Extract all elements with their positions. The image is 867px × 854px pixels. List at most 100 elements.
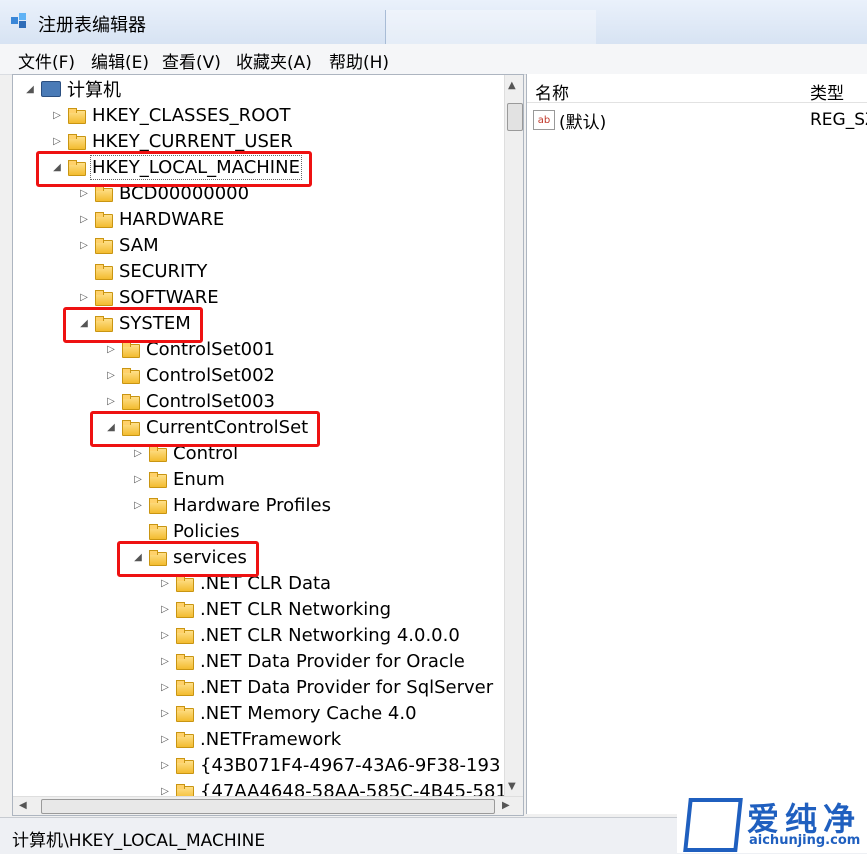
tree-node[interactable]: ▷ .NET CLR Networking (158, 597, 391, 621)
expand-arrow-icon[interactable]: ▷ (158, 706, 172, 720)
column-type-header[interactable]: 类型 (810, 79, 844, 104)
tree-node-label: SECURITY (119, 260, 208, 282)
watermark-sub-text: aichunjing.com (749, 833, 861, 848)
tree-node[interactable]: Policies (131, 519, 240, 543)
tree-node[interactable]: ▷ .NETFramework (158, 727, 341, 751)
folder-icon (176, 576, 194, 592)
tree-node-label: SAM (119, 234, 159, 256)
tree-node[interactable]: SECURITY (77, 259, 207, 283)
tree-node[interactable]: ▷ Enum (131, 467, 225, 491)
folder-icon (68, 134, 86, 150)
menu-file[interactable]: 文件(F) (18, 48, 75, 73)
folder-icon (176, 654, 194, 670)
collapse-arrow-icon[interactable]: ◢ (23, 82, 37, 96)
expand-arrow-icon[interactable]: ▷ (131, 446, 145, 460)
folder-icon (95, 186, 113, 202)
tree-node[interactable]: ▷ .NET Memory Cache 4.0 (158, 701, 417, 725)
registry-tree-pane[interactable]: ◢ 计算机 ▷ HKEY_CLASSES_ROOT ▷ HKEY_CURRENT_USER… (12, 74, 524, 816)
expand-arrow-icon[interactable]: ▷ (158, 654, 172, 668)
menu-favorites[interactable]: 收藏夹(A) (236, 48, 312, 73)
tree-node[interactable]: ▷ HKEY_CURRENT_USER (50, 129, 293, 153)
expand-arrow-icon[interactable]: ▷ (104, 342, 118, 356)
folder-icon (95, 264, 113, 280)
tree-node[interactable]: ◢ 计算机 (23, 77, 121, 101)
string-value-icon: ab (533, 110, 555, 130)
expand-arrow-icon[interactable]: ▷ (158, 628, 172, 642)
expand-arrow-icon[interactable]: ▷ (77, 186, 91, 200)
expand-arrow-icon[interactable]: ▷ (131, 498, 145, 512)
value-row[interactable]: ab (默认) (533, 108, 607, 133)
folder-icon (176, 628, 194, 644)
tree-node[interactable]: ▷ HKEY_CLASSES_ROOT (50, 103, 290, 127)
expand-arrow-icon[interactable]: ▷ (50, 108, 64, 122)
menu-view[interactable]: 查看(V) (162, 48, 221, 73)
folder-icon (176, 680, 194, 696)
values-header: 名称 类型 (527, 74, 867, 104)
title-bar: 注册表编辑器 (0, 0, 867, 45)
tree-node[interactable]: ▷ .NET Data Provider for SqlServer (158, 675, 493, 699)
tree-node[interactable]: ▷ ControlSet003 (104, 389, 275, 413)
menu-help[interactable]: 帮助(H) (329, 48, 389, 73)
tree-node-label: ControlSet003 (146, 390, 275, 412)
folder-icon (68, 108, 86, 124)
folder-icon (122, 342, 140, 358)
tree-node-label: 计算机 (67, 80, 121, 101)
folder-icon (149, 498, 167, 514)
folder-icon (176, 758, 194, 774)
expand-arrow-icon[interactable]: ▷ (77, 238, 91, 252)
expand-arrow-icon[interactable]: ▷ (104, 368, 118, 382)
scroll-left-icon[interactable]: ◀ (19, 800, 27, 811)
tree-node[interactable]: ▷ HARDWARE (77, 207, 224, 231)
expand-arrow-icon[interactable]: ▷ (131, 472, 145, 486)
red-highlight-box (63, 307, 203, 343)
computer-icon (41, 81, 61, 97)
tree-node[interactable]: ▷ SOFTWARE (77, 285, 219, 309)
folder-icon (95, 212, 113, 228)
tree-node[interactable]: ▷ ControlSet002 (104, 363, 275, 387)
tree-node-label: Hardware Profiles (173, 494, 331, 516)
expand-arrow-icon[interactable]: ▷ (158, 732, 172, 746)
tree-node[interactable]: ▷ .NET Data Provider for Oracle (158, 649, 465, 673)
folder-icon (176, 602, 194, 618)
folder-icon (176, 706, 194, 722)
expand-arrow-icon[interactable]: ▷ (158, 680, 172, 694)
expand-arrow-icon (131, 524, 145, 538)
folder-icon (149, 524, 167, 540)
expand-arrow-icon[interactable]: ▷ (104, 394, 118, 408)
scroll-up-icon[interactable]: ▲ (508, 80, 516, 91)
tree-horizontal-scrollbar[interactable]: ◀ ▶ (13, 796, 523, 815)
tree-node[interactable]: ▷ SAM (77, 233, 159, 257)
tree-node-label: {43B071F4-4967-43A6-9F38-193 (200, 754, 501, 776)
tree-node-label: Policies (173, 520, 240, 542)
tree-node[interactable]: ▷ {43B071F4-4967-43A6-9F38-193 (158, 753, 500, 777)
folder-icon (122, 368, 140, 384)
menu-bar: 文件(F) 编辑(E) 查看(V) 收藏夹(A) 帮助(H) (0, 44, 867, 75)
vertical-scroll-thumb[interactable] (507, 103, 523, 131)
menu-edit[interactable]: 编辑(E) (91, 48, 149, 73)
scroll-down-icon[interactable]: ▼ (508, 781, 516, 792)
tree-node-label: .NET CLR Networking 4.0.0.0 (200, 624, 460, 646)
folder-icon (122, 394, 140, 410)
expand-arrow-icon[interactable]: ▷ (50, 134, 64, 148)
tree-node-label: .NET Data Provider for SqlServer (200, 676, 494, 698)
expand-arrow-icon[interactable]: ▷ (77, 212, 91, 226)
tree-node-label: .NET Data Provider for Oracle (200, 650, 465, 672)
scroll-right-icon[interactable]: ▶ (502, 800, 510, 811)
tree-node-label: .NET Memory Cache 4.0 (200, 702, 417, 724)
tree-node-label: .NETFramework (200, 728, 342, 750)
registry-values-pane[interactable]: 名称 类型 ab (默认) REG_SZ (526, 74, 867, 814)
value-name: (默认) (559, 112, 607, 133)
folder-icon (95, 290, 113, 306)
expand-arrow-icon[interactable]: ▷ (158, 576, 172, 590)
horizontal-scroll-thumb[interactable] (41, 799, 495, 814)
expand-arrow-icon[interactable]: ▷ (77, 290, 91, 304)
expand-arrow-icon[interactable]: ▷ (158, 602, 172, 616)
expand-arrow-icon[interactable]: ▷ (158, 758, 172, 772)
red-highlight-box (36, 151, 312, 187)
tree-node[interactable]: ▷ Hardware Profiles (131, 493, 331, 517)
tree-vertical-scrollbar[interactable]: ▲ ▼ (504, 75, 523, 797)
watermark-logo-icon (683, 798, 743, 852)
tree-node[interactable]: ▷ .NET CLR Networking 4.0.0.0 (158, 623, 460, 647)
status-path: 计算机\HKEY_LOCAL_MACHINE (12, 831, 266, 851)
column-name-header[interactable]: 名称 (535, 79, 569, 104)
